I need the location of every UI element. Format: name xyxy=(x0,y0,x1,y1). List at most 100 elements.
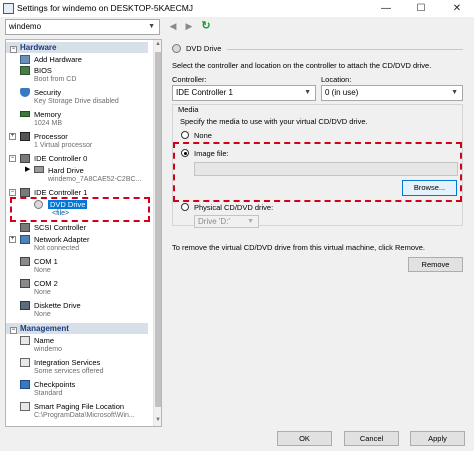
physical-drive-label: Physical CD/DVD drive: xyxy=(194,203,274,212)
tree-item-name[interactable]: Name windemo xyxy=(6,335,148,356)
close-button[interactable]: ✕ xyxy=(440,0,474,17)
collapse-icon[interactable]: − xyxy=(9,155,16,162)
shield-icon xyxy=(20,88,30,97)
settings-window-icon xyxy=(3,3,14,14)
tree-item-bios[interactable]: BIOS Boot from CD xyxy=(6,65,148,86)
remove-button[interactable]: Remove xyxy=(408,257,463,272)
intro-text: Select the controller and location on th… xyxy=(172,61,432,70)
apply-button[interactable]: Apply xyxy=(410,431,465,446)
tree-item-sub: windemo xyxy=(34,346,63,353)
tree-item-add-hardware[interactable]: Add Hardware xyxy=(6,54,148,65)
tree-item-hard-drive[interactable]: ▶ Hard Drive windemo_7A8CAE52-C2BC... xyxy=(6,165,148,186)
tree-item-sub: Key Storage Drive disabled xyxy=(34,98,119,105)
highlight-image-file xyxy=(173,142,462,202)
tree-item-label: Security xyxy=(34,88,62,97)
cancel-button[interactable]: Cancel xyxy=(344,431,399,446)
title-bar: Settings for windemo on DESKTOP-5KAECMJ … xyxy=(0,0,474,17)
memory-icon xyxy=(20,111,30,117)
vm-select[interactable]: windemo ▼ xyxy=(5,19,160,35)
media-intro: Specify the media to use with your virtu… xyxy=(180,117,368,126)
port-icon xyxy=(20,279,30,288)
tree-item-label: Name xyxy=(34,336,55,345)
hardware-section-label: Hardware xyxy=(20,43,57,52)
expand-icon[interactable]: + xyxy=(9,236,16,243)
tree-item-label: COM 1 xyxy=(34,257,58,266)
hard-drive-icon xyxy=(34,166,44,173)
hardware-section-header[interactable]: − Hardware xyxy=(6,42,148,53)
highlight-dvd-tree-item xyxy=(10,197,150,222)
tree-item-label: Memory xyxy=(34,110,62,119)
tree-item-scsi-controller[interactable]: SCSI Controller xyxy=(6,222,148,233)
forward-arrow-icon[interactable]: ▶ xyxy=(182,19,196,33)
tree-item-ide-controller-0[interactable]: − IDE Controller 0 xyxy=(6,153,148,164)
minimize-button[interactable]: — xyxy=(369,0,403,17)
tree-item-label: IDE Controller 0 xyxy=(34,154,88,163)
tree-item-diskette-drive[interactable]: Diskette Drive None xyxy=(6,300,148,321)
folder-icon xyxy=(20,402,30,411)
controller-select[interactable]: IDE Controller 1 ▼ xyxy=(172,85,316,101)
radio-none[interactable] xyxy=(181,131,189,139)
ok-button[interactable]: OK xyxy=(277,431,332,446)
physical-drive-select[interactable]: Drive 'D:' ▼ xyxy=(194,215,259,228)
tree-item-sub: Boot from CD xyxy=(34,76,77,83)
chevron-down-icon: ▼ xyxy=(247,218,254,225)
tree-item-label: Processor xyxy=(34,132,68,141)
tree-item-security[interactable]: Security Key Storage Drive disabled xyxy=(6,87,148,108)
tree-item-label: IDE Controller 1 xyxy=(34,188,88,197)
tree-item-label: COM 2 xyxy=(34,279,58,288)
chevron-down-icon: ▼ xyxy=(451,89,458,96)
maximize-button[interactable]: ☐ xyxy=(404,0,438,17)
tree-item-label: Add Hardware xyxy=(34,55,82,64)
scroll-up-icon[interactable]: ▲ xyxy=(155,41,161,47)
location-value: 0 (in use) xyxy=(325,88,359,97)
management-section-header[interactable]: − Management xyxy=(6,323,148,334)
tree-item-com-1[interactable]: COM 1 None xyxy=(6,256,148,277)
tree-item-memory[interactable]: Memory 1024 MB xyxy=(6,109,148,130)
tree-item-sub: None xyxy=(34,289,51,296)
chevron-down-icon: ▼ xyxy=(304,89,311,96)
tree-item-label: Checkpoints xyxy=(34,380,76,389)
tree-item-com-2[interactable]: COM 2 None xyxy=(6,278,148,299)
none-label: None xyxy=(194,131,212,140)
tree-item-sub: 1 Virtual processor xyxy=(34,142,93,149)
controller-icon xyxy=(20,223,30,232)
header-divider xyxy=(227,49,463,50)
chevron-down-icon: ▼ xyxy=(148,23,155,30)
panel-header: DVD Drive xyxy=(186,44,222,53)
controller-value: IDE Controller 1 xyxy=(176,88,233,97)
remove-instruction: To remove the virtual CD/DVD drive from … xyxy=(172,243,425,252)
tree-item-integration-services[interactable]: Integration Services Some services offer… xyxy=(6,357,148,378)
expand-icon[interactable]: + xyxy=(9,133,16,140)
tree-item-sub: Some services offered xyxy=(34,368,104,375)
collapse-icon[interactable]: − xyxy=(10,327,17,334)
floppy-icon xyxy=(20,301,30,310)
tree-item-network-adapter[interactable]: + Network Adapter Not connected xyxy=(6,234,148,255)
disc-icon xyxy=(172,44,181,53)
back-arrow-icon[interactable]: ◀ xyxy=(166,19,180,33)
expand-arrow-icon[interactable]: ▶ xyxy=(25,165,30,173)
radio-physical-drive[interactable] xyxy=(181,203,189,211)
tree-scrollbar-thumb[interactable] xyxy=(155,52,161,407)
window-title: Settings for windemo on DESKTOP-5KAECMJ xyxy=(17,3,194,13)
tree-item-label: BIOS xyxy=(34,66,52,75)
tree-item-sub: 1024 MB xyxy=(34,120,63,127)
management-section-label: Management xyxy=(20,324,69,333)
tree-item-sub: windemo_7A8CAE52-C2BC... xyxy=(48,176,142,183)
tree-item-smart-paging[interactable]: Smart Paging File Location C:\ProgramDat… xyxy=(6,401,148,422)
tree-item-checkpoints[interactable]: Checkpoints Standard xyxy=(6,379,148,400)
tree-item-label: Smart Paging File Location xyxy=(34,402,125,411)
scroll-down-icon[interactable]: ▼ xyxy=(155,417,161,423)
collapse-icon[interactable]: − xyxy=(9,189,16,196)
collapse-icon[interactable]: − xyxy=(10,46,17,53)
tree-item-processor[interactable]: + Processor 1 Virtual processor xyxy=(6,131,148,152)
tree-item-sub: None xyxy=(34,267,51,274)
port-icon xyxy=(20,257,30,266)
refresh-icon[interactable]: ↻ xyxy=(199,19,213,33)
location-select[interactable]: 0 (in use) ▼ xyxy=(321,85,463,101)
tree-item-sub: None xyxy=(34,311,51,318)
tree-item-sub: Standard xyxy=(34,390,63,397)
tree-item-sub: Not connected xyxy=(34,245,80,252)
tree-item-label: Hard Drive xyxy=(48,166,84,175)
dvd-drive-panel: DVD Drive Select the controller and loca… xyxy=(165,39,469,427)
checkpoint-icon xyxy=(20,380,30,389)
